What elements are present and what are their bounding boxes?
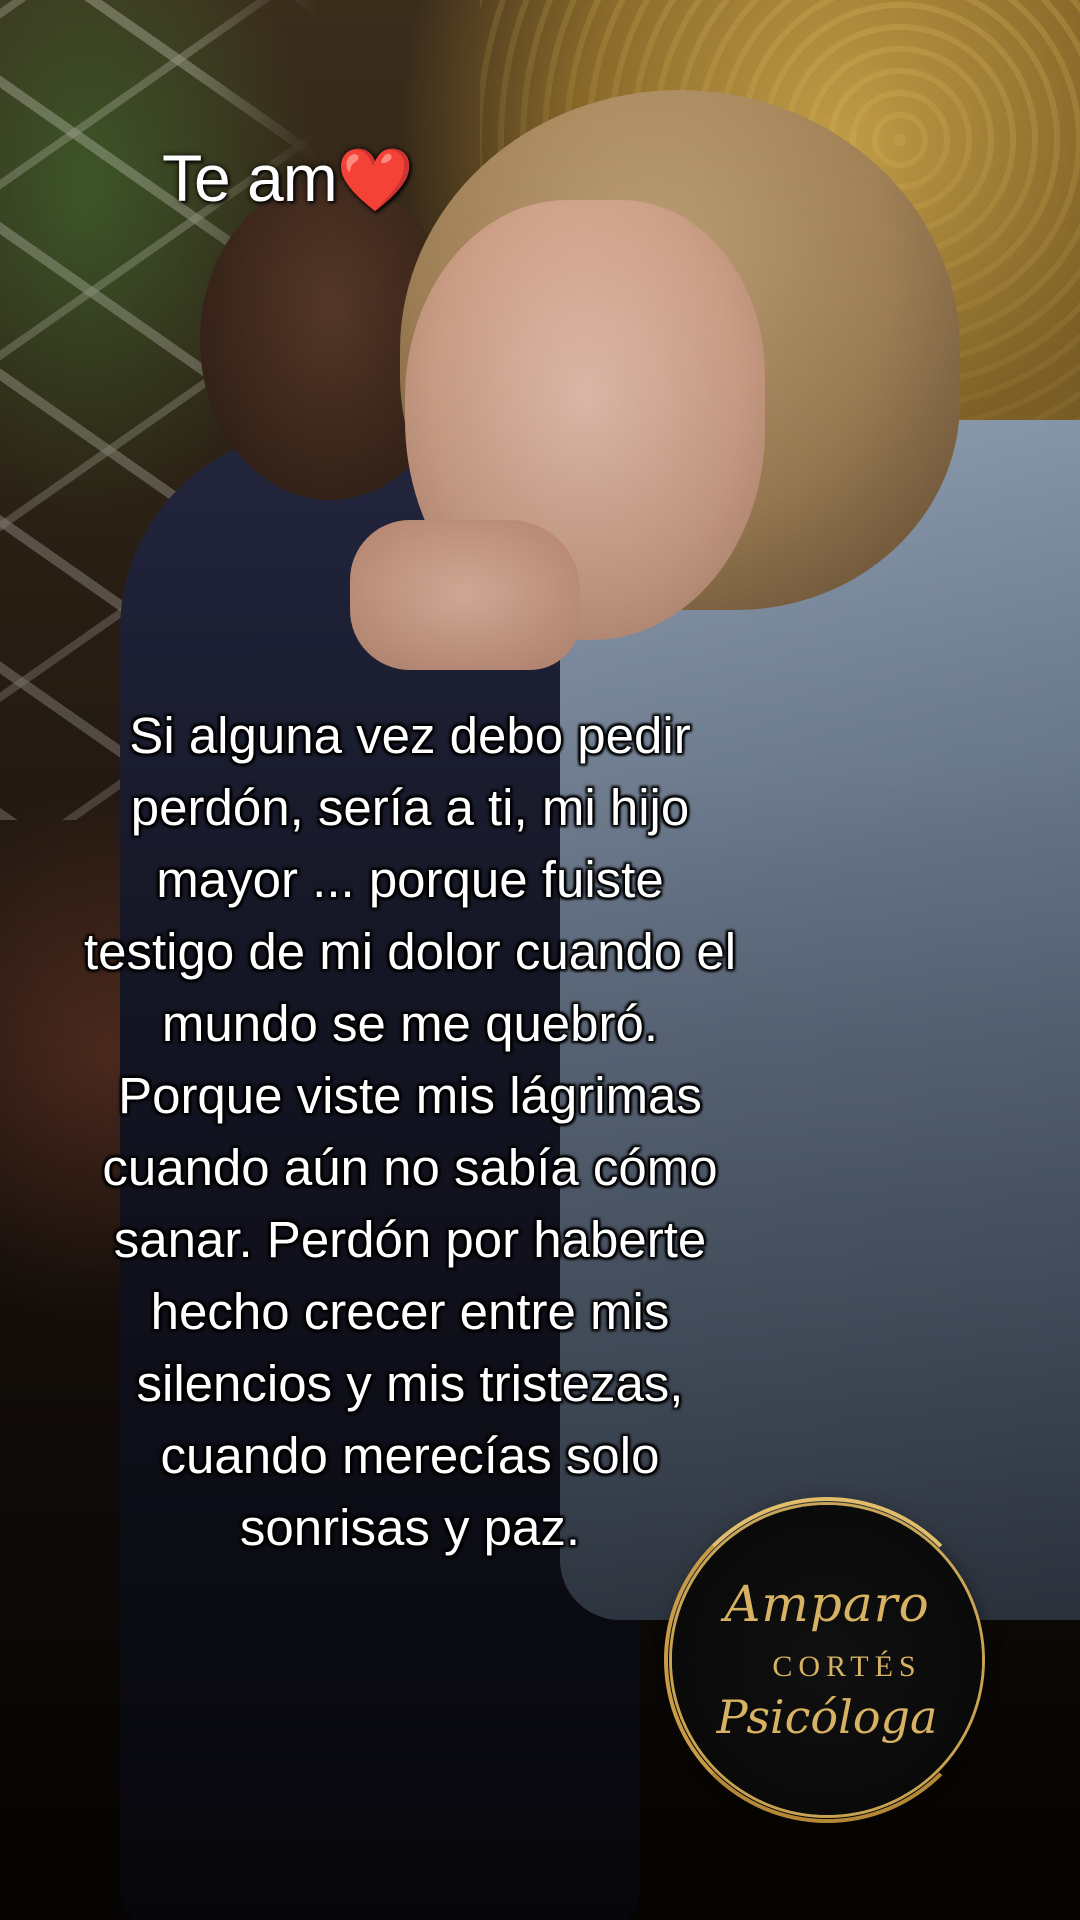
- logo-surname: CORTÉS: [772, 1650, 922, 1683]
- logo-name: Amparo: [724, 1575, 930, 1633]
- overlay-title-text: Te am: [162, 141, 338, 215]
- overlay-title: Te am❤️: [162, 140, 414, 217]
- psychologist-logo: Amparo CORTÉS Psicóloga: [664, 1497, 990, 1823]
- heart-icon: ❤️: [336, 146, 414, 215]
- logo-profession: Psicóloga: [716, 1690, 938, 1744]
- overlay-message: Si alguna vez debo pedir perdón, sería a…: [83, 707, 737, 1556]
